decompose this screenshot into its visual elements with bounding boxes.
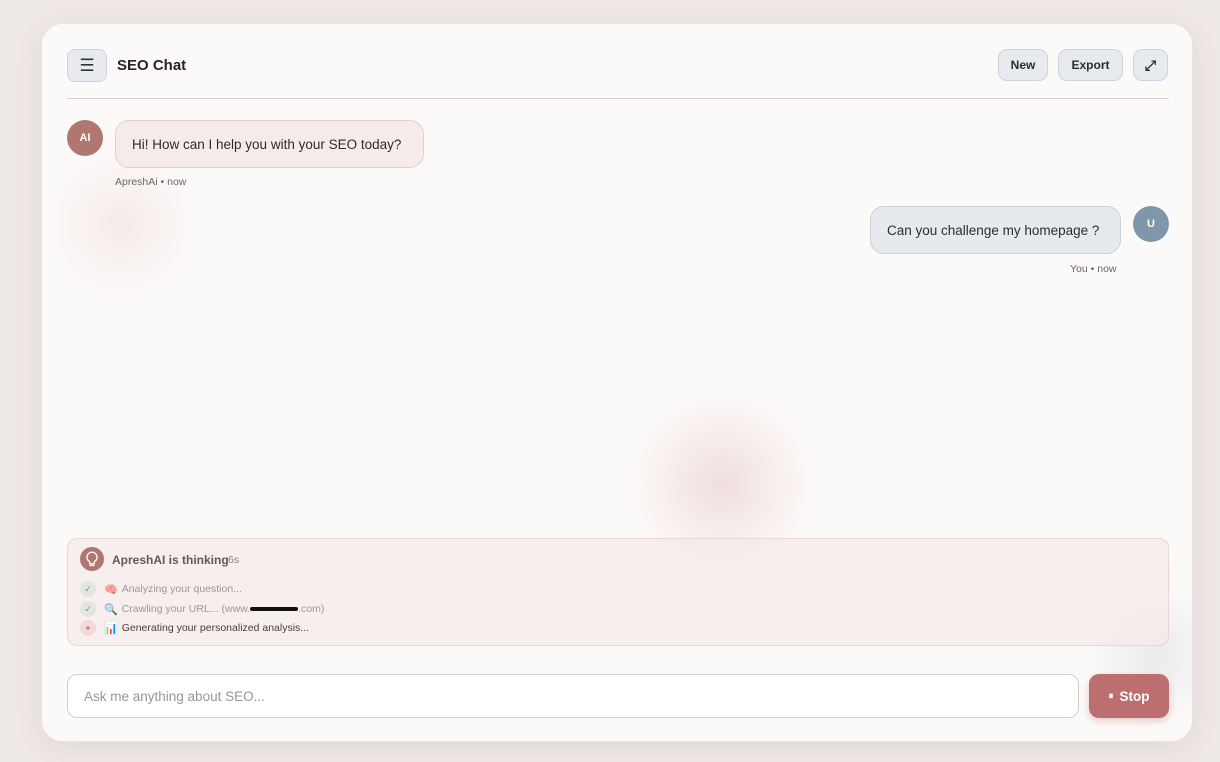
brain-icon: 🧠 xyxy=(104,583,118,596)
redaction-mark xyxy=(250,606,299,611)
expand-button[interactable]: ⤢ xyxy=(1133,49,1168,81)
stop-button[interactable]: ⏸ Stop xyxy=(1089,674,1169,718)
thinking-step: ✓ 🧠 Analyzing your question... xyxy=(80,581,242,597)
user-message-bubble: Can you challenge my homepage ? xyxy=(870,206,1121,254)
menu-button[interactable]: ☰ xyxy=(67,49,107,82)
step-text-prefix: Crawling your URL... (www. xyxy=(121,603,251,615)
message-text: Hi! How can I help you with your SEO tod… xyxy=(132,136,402,152)
thinking-panel: ApreshAI is thinking 6s ✓ 🧠 Analyzing yo… xyxy=(67,538,1169,646)
lightbulb-icon xyxy=(80,547,104,571)
new-chat-button[interactable]: New xyxy=(998,49,1048,81)
chat-header: ☰ SEO Chat New Export ⤢ xyxy=(67,49,1169,99)
background-glow xyxy=(42,144,202,304)
check-icon: ✓ xyxy=(80,581,96,597)
step-text: Generating your personalized analysis... xyxy=(121,622,310,634)
stop-label: Stop xyxy=(1119,688,1150,704)
thinking-title: ApreshAI is thinking xyxy=(112,553,229,567)
hamburger-icon: ☰ xyxy=(79,55,95,75)
message-meta: ApreshAi • now xyxy=(115,176,187,188)
pause-icon: ⏸ xyxy=(1108,690,1114,702)
magnifier-icon: 🔍 xyxy=(104,603,118,616)
ai-message-bubble: Hi! How can I help you with your SEO tod… xyxy=(115,120,424,168)
check-icon: ✓ xyxy=(80,601,96,617)
expand-icon: ⤢ xyxy=(1144,56,1157,73)
message-text: Can you challenge my homepage ? xyxy=(887,222,1100,238)
export-button[interactable]: Export xyxy=(1058,49,1123,81)
chat-input[interactable] xyxy=(67,674,1079,718)
progress-dot-icon: • xyxy=(80,620,96,636)
thinking-step: • 📊 Generating your personalized analysi… xyxy=(80,620,309,636)
user-avatar: U xyxy=(1133,206,1169,242)
thinking-step: ✓ 🔍 Crawling your URL... (www. .com) xyxy=(80,601,324,617)
step-text: Analyzing your question... xyxy=(121,583,242,595)
thinking-elapsed: 6s xyxy=(228,554,240,566)
message-meta: You • now xyxy=(1070,263,1117,275)
ai-avatar: AI xyxy=(67,120,103,156)
step-text: Crawling your URL... (www. .com) xyxy=(122,603,325,615)
bar-chart-icon: 📊 xyxy=(104,622,118,635)
chat-panel: ☰ SEO Chat New Export ⤢ AI Hi! How can I… xyxy=(41,23,1193,742)
page-title: SEO Chat xyxy=(117,57,187,74)
step-text-suffix: .com) xyxy=(298,603,325,615)
